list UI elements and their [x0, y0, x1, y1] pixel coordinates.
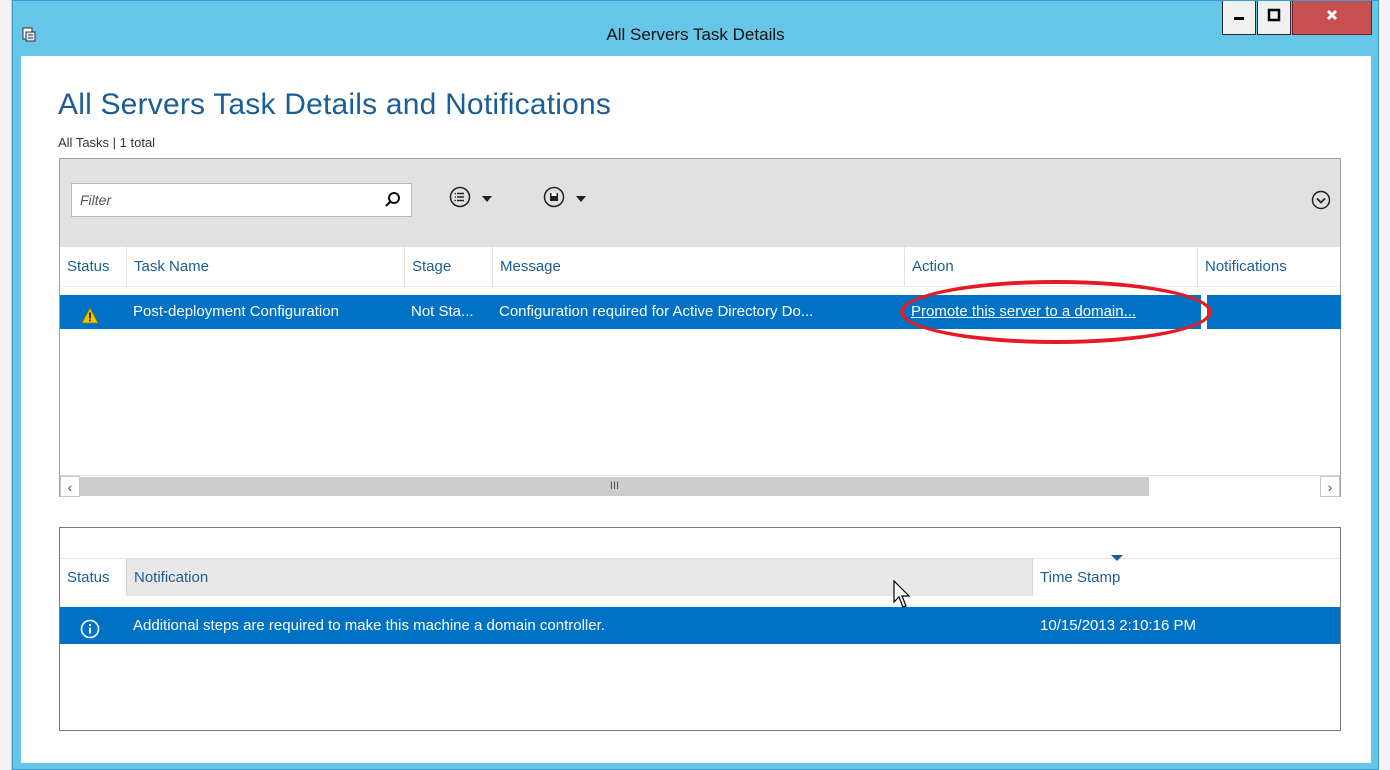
- task-name-cell: Post-deployment Configuration: [133, 303, 339, 320]
- chevron-down-icon: [576, 196, 586, 202]
- stage-cell: Not Sta...: [411, 303, 474, 320]
- column-header-status[interactable]: Status: [60, 559, 126, 596]
- tasks-panel: Status Task Name Stage Message Action No…: [59, 158, 1341, 497]
- notifications-grid-header: Status Notification Time Stamp: [60, 555, 1340, 596]
- notification-cell: Additional steps are required to make th…: [133, 617, 605, 634]
- task-details-window: All Servers Task Details All Servers Tas…: [12, 0, 1379, 770]
- info-icon: [80, 616, 100, 644]
- scroll-left-button[interactable]: ‹: [60, 476, 80, 497]
- chevron-down-icon: [482, 196, 492, 202]
- page-title: All Servers Task Details and Notificatio…: [58, 88, 612, 121]
- column-header-time-stamp[interactable]: Time Stamp: [1033, 555, 1238, 596]
- chevron-left-icon: ‹: [67, 479, 73, 495]
- close-button[interactable]: [1292, 1, 1372, 35]
- status-cell: [72, 295, 112, 329]
- maximize-icon: [1267, 8, 1281, 27]
- desktop-background-left: [0, 0, 12, 770]
- filter-input[interactable]: [72, 184, 372, 216]
- column-header-status[interactable]: Status: [60, 247, 126, 287]
- maximize-button[interactable]: [1257, 1, 1291, 35]
- column-header-task-name[interactable]: Task Name: [126, 247, 404, 287]
- scrollbar-thumb[interactable]: III: [80, 477, 1149, 496]
- time-stamp-label: Time Stamp: [1040, 569, 1121, 586]
- column-header-notifications[interactable]: Notifications: [1197, 247, 1342, 287]
- window-title: All Servers Task Details: [606, 25, 785, 44]
- filter-box: [71, 183, 412, 217]
- close-icon: [1325, 8, 1339, 27]
- column-header-stage[interactable]: Stage: [404, 247, 492, 287]
- mouse-cursor-icon: [893, 579, 915, 610]
- sort-descending-icon: [1111, 555, 1123, 561]
- tasks-toolbar: [60, 159, 1340, 247]
- status-cell: [72, 607, 112, 644]
- time-stamp-cell: 10/15/2013 2:10:16 PM: [1040, 617, 1196, 634]
- chevron-right-icon: ›: [1327, 479, 1333, 495]
- table-row[interactable]: Additional steps are required to make th…: [60, 607, 1340, 644]
- column-header-message[interactable]: Message: [492, 247, 904, 287]
- scroll-right-button[interactable]: ›: [1320, 476, 1340, 497]
- task-count: All Tasks | 1 total: [58, 135, 156, 150]
- save-icon: [542, 185, 566, 214]
- save-query-button[interactable]: [542, 186, 586, 212]
- horizontal-scrollbar[interactable]: ‹ III ›: [60, 475, 1340, 497]
- warning-icon: [81, 303, 99, 329]
- list-options-icon: [448, 185, 472, 214]
- view-options-button[interactable]: [448, 186, 492, 212]
- tasks-grid-header: Status Task Name Stage Message Action No…: [60, 247, 1340, 287]
- expand-icon[interactable]: [1310, 189, 1332, 211]
- window-content: All Servers Task Details and Notificatio…: [21, 56, 1371, 763]
- desktop-background-right: [1379, 0, 1390, 770]
- notifications-cell: [1207, 295, 1341, 329]
- minimize-button[interactable]: [1222, 1, 1256, 35]
- notifications-panel: Status Notification Time Stamp Additiona…: [59, 527, 1341, 731]
- minimize-icon: [1232, 8, 1246, 27]
- search-icon[interactable]: [383, 190, 403, 210]
- red-highlight-annotation: [900, 280, 1212, 344]
- message-cell: Configuration required for Active Direct…: [499, 303, 814, 320]
- title-bar[interactable]: All Servers Task Details: [13, 1, 1378, 56]
